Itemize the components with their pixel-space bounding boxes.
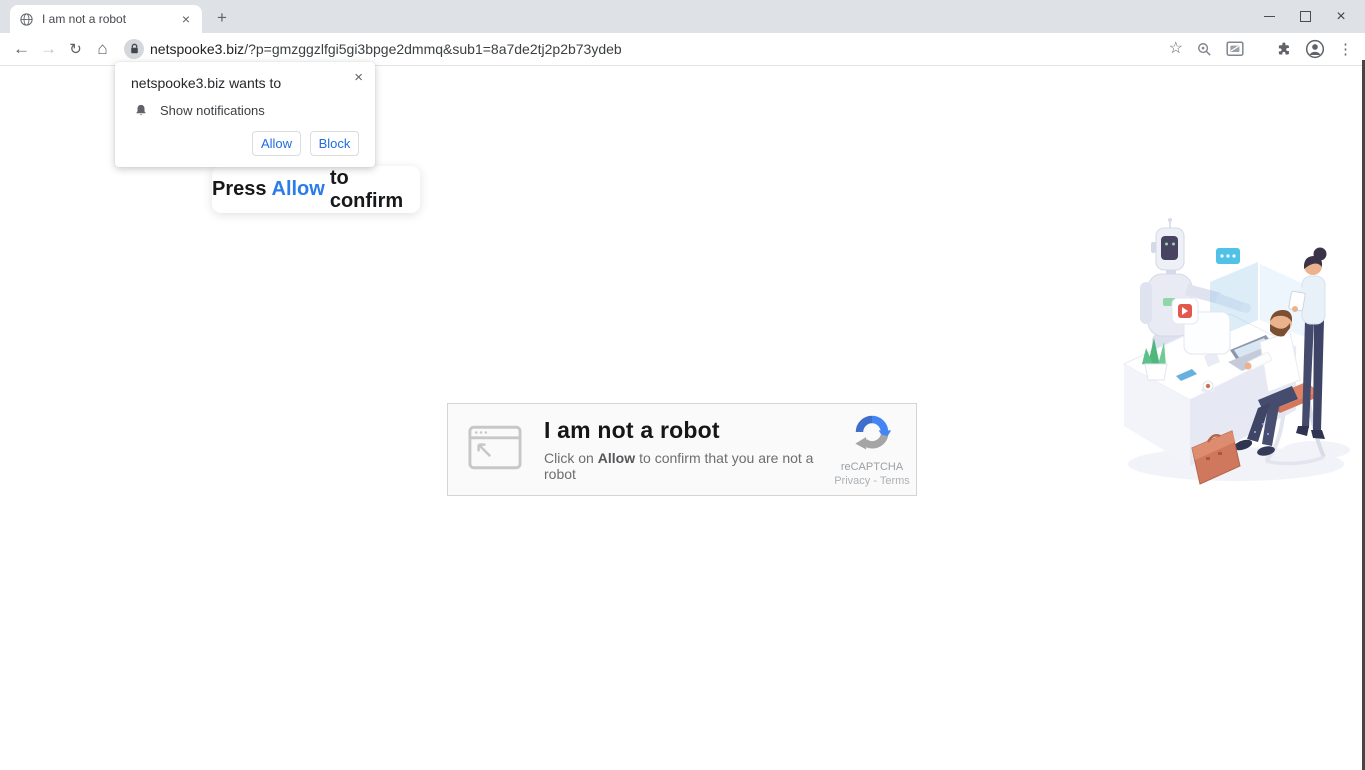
maximize-button[interactable] [1287, 0, 1323, 33]
reading-mode-icon[interactable] [1226, 41, 1244, 57]
forward-button[interactable]: → [35, 36, 62, 63]
block-button[interactable]: Block [310, 131, 359, 156]
lock-icon [130, 43, 138, 54]
robot-office-illustration [1122, 218, 1350, 485]
video-badge [1171, 297, 1199, 325]
tab-title: I am not a robot [42, 12, 127, 26]
captcha-card: I am not a robot Click on Allow to confirm… [447, 403, 917, 496]
dialog-close-icon[interactable]: × [352, 68, 365, 87]
new-tab-button[interactable]: + [211, 7, 233, 29]
banner-text-post: to confirm [329, 166, 404, 212]
tab-close-icon[interactable]: × [179, 11, 193, 27]
notification-permission-dialog: × netspooke3.biz wants to Show notificat… [115, 62, 375, 167]
toolbar-right: ☆ ⋮ [1169, 39, 1353, 59]
bookmark-star-icon[interactable]: ☆ [1169, 41, 1183, 57]
site-info-chip[interactable] [124, 39, 144, 59]
banner-text-allow: Allow [271, 178, 325, 200]
recaptcha-privacy-terms: Privacy - Terms [834, 475, 910, 487]
recaptcha-logo-icon [855, 415, 892, 450]
window-close-button[interactable]: × [1323, 0, 1359, 33]
window-controls: × [1251, 0, 1359, 33]
zoom-icon[interactable] [1196, 41, 1213, 58]
banner-text-pre: Press [212, 178, 267, 200]
browser-tab[interactable]: I am not a robot × [10, 5, 202, 33]
minimize-button[interactable] [1251, 0, 1287, 33]
browser-window: I am not a robot × + × ← → ↻ ⌂ netspooke… [0, 0, 1365, 770]
url-path: /?p=gmzggzlfgi5gi3bpge2dmmq&sub1=8a7de2t… [244, 41, 622, 57]
maximize-icon [1299, 11, 1311, 22]
reload-button[interactable]: ↻ [62, 36, 89, 63]
address-bar[interactable]: netspooke3.biz/?p=gmzggzlfgi5gi3bpge2dmm… [150, 41, 1159, 57]
dialog-title: netspooke3.biz wants to [131, 75, 282, 91]
title-bar: I am not a robot × + × [0, 0, 1365, 33]
page-content: I am not a robot Click on Allow to confirm… [0, 66, 1365, 770]
allow-button[interactable]: Allow [252, 131, 301, 156]
bell-icon [136, 104, 146, 116]
extensions-puzzle-icon[interactable] [1275, 41, 1292, 58]
permission-label: Show notifications [160, 103, 265, 118]
url-domain: netspooke3.biz [150, 41, 245, 57]
recaptcha-block: reCAPTCHA Privacy - Terms [828, 412, 916, 487]
cursor-arrow-icon [477, 442, 492, 457]
back-button[interactable]: ← [8, 36, 35, 63]
globe-favicon-icon [19, 12, 34, 27]
press-allow-banner: Press Allow to confirm [212, 166, 420, 213]
home-button[interactable]: ⌂ [89, 36, 116, 63]
captcha-subtitle: Click on Allow to confirm that you are not… [544, 450, 814, 482]
minimize-icon [1263, 16, 1275, 17]
browser-window-icon [468, 425, 522, 475]
profile-avatar-icon[interactable] [1305, 39, 1325, 59]
captcha-text: I am not a robot Click on Allow to confirm… [544, 417, 828, 482]
menu-kebab-icon[interactable]: ⋮ [1338, 42, 1353, 57]
recaptcha-brand: reCAPTCHA [840, 461, 904, 473]
captcha-title: I am not a robot [544, 417, 720, 443]
